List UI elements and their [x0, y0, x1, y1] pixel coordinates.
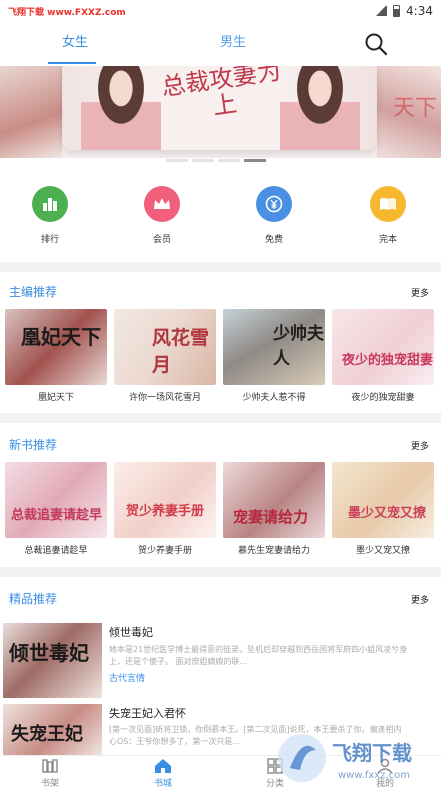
book-card[interactable]: 总裁追妻请趁早 总裁追妻请趁早: [5, 462, 107, 556]
cover-title-text: 墨少又宠又撩: [348, 506, 427, 521]
cover-title-text: 少帅夫人: [273, 324, 324, 369]
indicator-dot: [166, 159, 188, 162]
book-cover: 凰妃天下: [5, 309, 107, 385]
search-icon[interactable]: [364, 32, 388, 56]
cover-title-text: 宠妻请给力: [233, 508, 309, 526]
editor-picks-title: 主编推荐: [9, 285, 58, 299]
free-entry[interactable]: 免费: [249, 186, 299, 245]
bookshelf-icon: [42, 759, 58, 773]
book-cover: 风花雪月: [114, 309, 216, 385]
book-card[interactable]: 凰妃天下 凰妃天下: [5, 309, 107, 403]
section-divider: [0, 262, 441, 272]
cover-title-text: 风花雪月: [152, 327, 210, 376]
carousel-indicator: [166, 159, 266, 162]
yen-icon: [256, 186, 292, 222]
book-title: 凰妃天下: [37, 393, 74, 403]
book-title: 慕先生宠妻请给力: [237, 546, 310, 556]
free-label: 免费: [264, 235, 283, 245]
bottom-tab-bookshelf[interactable]: 书架: [20, 758, 80, 789]
book-title: 少帅夫人惹不得: [242, 393, 306, 403]
bottom-tab-label: 书城: [153, 779, 172, 789]
cover-title-text: 凰妃天下: [21, 325, 101, 349]
home-icon: [155, 759, 171, 773]
book-cover: 宠妻请给力: [223, 462, 325, 538]
book-cover: 失宠王妃: [3, 704, 102, 756]
book-title: 总裁追妻请趁早: [24, 546, 88, 556]
watermark-logo-url: www.fxxz.com: [338, 770, 410, 781]
book-cover: 贺少养妻手册: [114, 462, 216, 538]
banner-title: 总裁攻妻为上: [159, 66, 283, 121]
banner-illustration-left: [81, 66, 161, 150]
book-title: 夜少的独宠甜妻: [351, 393, 415, 403]
indicator-dot-active: [244, 159, 266, 162]
book-card[interactable]: 风花雪月 许你一场风花雪月: [114, 309, 216, 403]
book-cover: 总裁追妻请趁早: [5, 462, 107, 538]
book-card[interactable]: 少帅夫人 少帅夫人惹不得: [223, 309, 325, 403]
new-books-more-link[interactable]: 更多: [411, 439, 429, 452]
book-card[interactable]: 夜少的独宠甜妻 夜少的独宠甜妻: [332, 309, 434, 403]
status-icons: 4:34: [375, 4, 433, 18]
watermark-text: 飞翔下载 www.FXXZ.com: [8, 7, 126, 18]
cover-title-text: 贺少养妻手册: [126, 504, 205, 519]
book-cover: 少帅夫人: [223, 309, 325, 385]
book-title: 贺少养妻手册: [137, 546, 192, 556]
book-title: 墨少又宠又撩: [355, 546, 410, 556]
quick-entry-row: 排行 会员 免费 完本: [0, 186, 441, 246]
book-cover: 倾世毒妃: [3, 623, 102, 698]
book-card[interactable]: 宠妻请给力 慕先生宠妻请给力: [223, 462, 325, 556]
bottom-tab-bookstore[interactable]: 书城: [133, 758, 193, 789]
clock: 4:34: [406, 4, 433, 18]
book-card[interactable]: 贺少养妻手册 贺少养妻手册: [114, 462, 216, 556]
premium-picks-title: 精品推荐: [9, 592, 58, 606]
new-books-title: 新书推荐: [9, 438, 58, 452]
book-title: 失宠王妃入君怀: [109, 707, 186, 720]
book-icon: [370, 186, 406, 222]
genre-tag[interactable]: 古代言情: [109, 671, 145, 684]
bottom-tab-label: 书架: [40, 779, 59, 789]
banner-current-slide[interactable]: 总裁攻妻为上: [63, 66, 376, 150]
ranking-entry[interactable]: 排行: [25, 186, 75, 245]
vip-entry[interactable]: 会员: [137, 186, 187, 245]
battery-icon: [393, 5, 401, 17]
cover-title-text: 失宠王妃: [11, 724, 83, 745]
banner-next-slide[interactable]: 天下: [377, 66, 441, 158]
banner-side-text: 天下: [392, 96, 437, 121]
ranking-label: 排行: [40, 235, 59, 245]
cover-title-text: 倾世毒妃: [9, 641, 89, 665]
book-title: 倾世毒妃: [109, 626, 153, 639]
status-bar: 飞翔下载 www.FXXZ.com 4:34: [0, 0, 441, 22]
book-title: 许你一场风花雪月: [128, 393, 201, 403]
banner-prev-slide[interactable]: [0, 66, 62, 158]
book-card[interactable]: 墨少又宠又撩 墨少又宠又撩: [332, 462, 434, 556]
indicator-dot: [192, 159, 214, 162]
premium-picks-more-link[interactable]: 更多: [411, 593, 429, 606]
signal-icon: [375, 6, 388, 16]
book-description: 她本是21世纪医学博士最得意的徒弟，坠机后却穿越到西岳国将军府四小姐风凌兮身上，…: [109, 645, 408, 666]
editor-picks-more-link[interactable]: 更多: [411, 286, 429, 299]
tab-male[interactable]: 男生: [220, 22, 246, 64]
top-nav: 女生 男生: [0, 22, 441, 66]
section-divider: [0, 567, 441, 577]
indicator-dot: [218, 159, 240, 162]
section-divider: [0, 413, 441, 423]
ranking-icon: [32, 186, 68, 222]
completed-label: 完本: [378, 235, 397, 245]
banner-carousel[interactable]: 天下 总裁攻妻为上: [0, 66, 441, 158]
completed-entry[interactable]: 完本: [363, 186, 413, 245]
vip-label: 会员: [152, 235, 171, 245]
crown-icon: [144, 186, 180, 222]
list-item[interactable]: 倾世毒妃 倾世毒妃 她本是21世纪医学博士最得意的徒弟，坠机后却穿越到西岳国将军…: [0, 618, 441, 702]
watermark-logo-text: 飞翔下载: [332, 741, 412, 765]
book-cover: 夜少的独宠甜妻: [332, 309, 434, 385]
watermark-graphic: 飞翔下载 www.fxxz.com: [278, 734, 412, 782]
active-tab-indicator: [48, 62, 96, 64]
tab-female[interactable]: 女生: [62, 22, 88, 64]
cover-title-text: 总裁追妻请趁早: [11, 508, 103, 523]
banner-illustration-right: [280, 66, 360, 150]
cover-title-text: 夜少的独宠甜妻: [342, 353, 434, 368]
book-cover: 墨少又宠又撩: [332, 462, 434, 538]
site-watermark-logo: 飞翔下载 www.fxxz.com: [274, 728, 439, 788]
